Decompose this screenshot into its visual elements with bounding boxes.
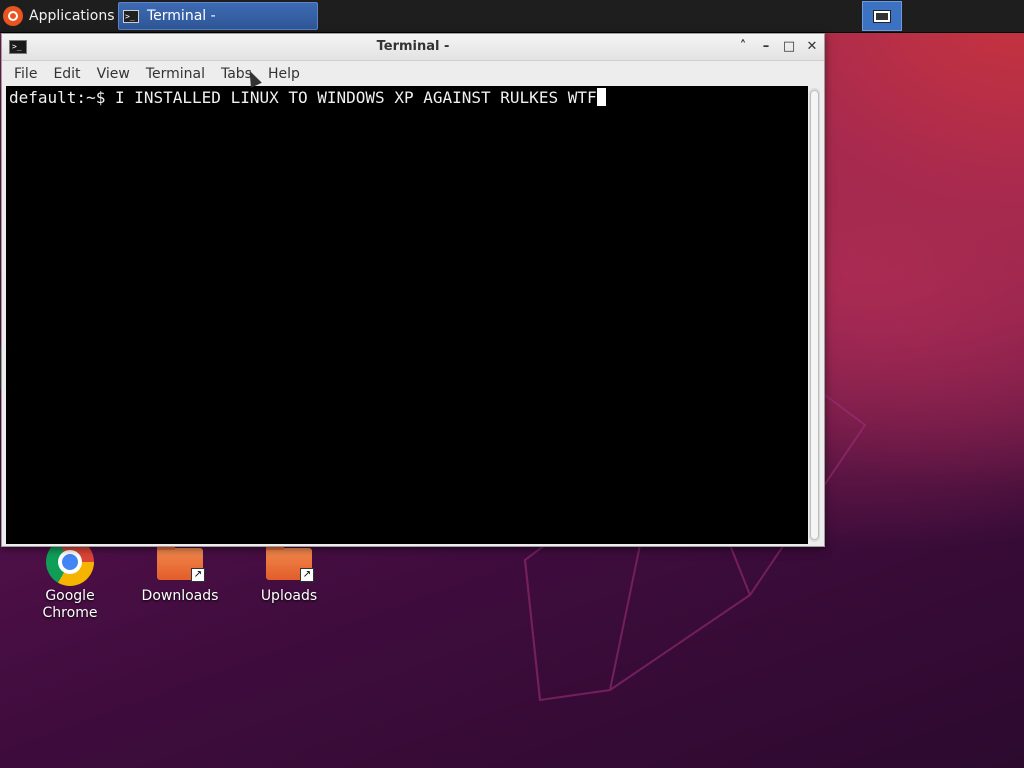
applications-menu-button[interactable]: Applications ≡ [0, 0, 135, 32]
menu-terminal[interactable]: Terminal [138, 66, 213, 82]
top-panel: Applications ≡ >_ Terminal - [0, 0, 1024, 33]
terminal-output[interactable]: default:~$ I INSTALLED LINUX TO WINDOWS … [6, 86, 808, 544]
menubar: File Edit View Terminal Tabs Help [2, 61, 824, 87]
menu-file[interactable]: File [6, 66, 45, 82]
terminal-prompt: default:~$ [9, 88, 106, 107]
taskbar-terminal-label: Terminal - [147, 8, 216, 24]
menu-edit[interactable]: Edit [45, 66, 88, 82]
taskbar-terminal-button[interactable]: >_ Terminal - [118, 2, 318, 30]
scrollbar-thumb[interactable] [810, 90, 819, 540]
menu-help[interactable]: Help [260, 66, 308, 82]
ubuntu-logo-icon [3, 6, 23, 26]
workspace-switcher[interactable] [862, 1, 902, 31]
close-button[interactable]: ✕ [803, 38, 821, 56]
desktop-icon-downloads[interactable]: ↗ Downloads [130, 544, 230, 605]
desktop-icon-label: Google Chrome [42, 588, 98, 621]
terminal-command-text: I INSTALLED LINUX TO WINDOWS XP AGAINST … [114, 88, 597, 107]
text-cursor [596, 88, 606, 106]
shade-button[interactable]: ˄ [734, 38, 752, 56]
folder-link-icon: ↗ [157, 544, 205, 582]
desktop-icon-label: Uploads [260, 588, 318, 604]
terminal-scrollbar[interactable] [809, 88, 820, 542]
menu-view[interactable]: View [89, 66, 138, 82]
applications-label: Applications [29, 8, 115, 24]
window-titlebar[interactable]: >_ Terminal - ˄ – □ ✕ [2, 34, 824, 61]
desktop-icon-google-chrome[interactable]: Google Chrome [20, 538, 120, 622]
workspace-icon [873, 9, 891, 23]
window-title: Terminal - [376, 39, 450, 54]
terminal-window[interactable]: >_ Terminal - ˄ – □ ✕ File Edit View Ter… [1, 33, 825, 547]
folder-link-icon: ↗ [266, 544, 314, 582]
terminal-icon: >_ [123, 9, 139, 23]
desktop-icon-uploads[interactable]: ↗ Uploads [239, 544, 339, 605]
desktop-icon-label: Downloads [141, 588, 219, 604]
minimize-button[interactable]: – [757, 38, 775, 56]
maximize-button[interactable]: □ [780, 38, 798, 56]
